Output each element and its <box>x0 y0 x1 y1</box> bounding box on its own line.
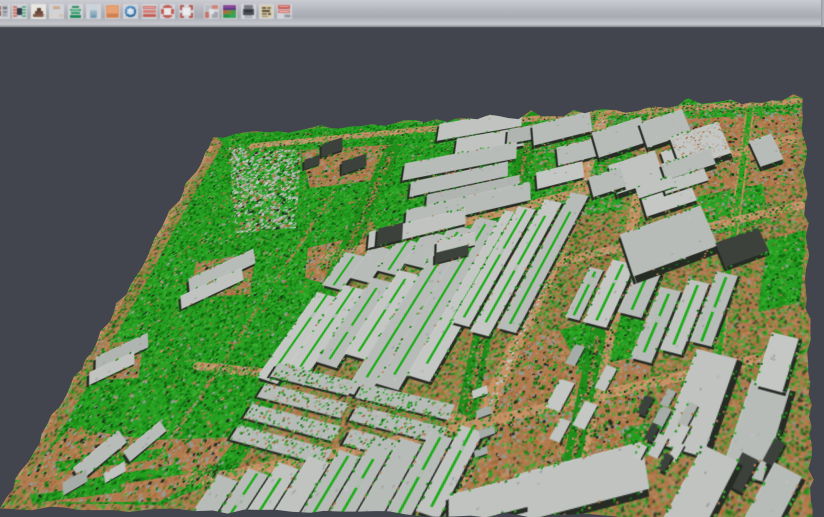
3d-viewport[interactable] <box>0 28 824 517</box>
red-rows-icon[interactable] <box>142 4 157 19</box>
green-stack-icon[interactable] <box>68 4 83 19</box>
sphere-icon[interactable] <box>123 4 138 19</box>
terrain-mound-icon[interactable] <box>31 4 46 19</box>
colormap-icon[interactable] <box>222 4 237 19</box>
printer-icon[interactable] <box>241 4 256 19</box>
notes-icon[interactable] <box>259 4 274 19</box>
align-columns-icon[interactable] <box>12 4 27 19</box>
dashed-box-icon[interactable] <box>179 4 194 19</box>
terrain-clip <box>0 28 824 517</box>
red-card-icon[interactable] <box>277 4 292 19</box>
terrain-model[interactable] <box>0 90 824 517</box>
checker-icon[interactable] <box>204 4 219 19</box>
application-window <box>0 0 824 517</box>
red-ring-icon[interactable] <box>160 4 175 19</box>
pale-blocks-icon[interactable] <box>49 4 64 19</box>
clipped-edge-icon[interactable] <box>0 4 10 19</box>
toolbar <box>0 0 824 28</box>
cylinder-icon[interactable] <box>86 4 101 19</box>
orange-square-icon[interactable] <box>105 4 120 19</box>
